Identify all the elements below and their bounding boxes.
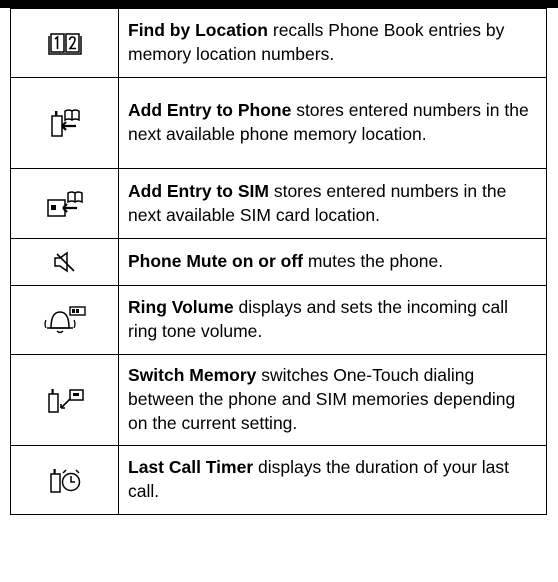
feature-name: Ring Volume bbox=[128, 297, 234, 317]
description-cell: Switch Memory switches One-Touch dialing… bbox=[118, 354, 547, 446]
add-entry-to-phone-icon bbox=[11, 108, 118, 138]
icon-cell bbox=[10, 77, 119, 169]
table-row: Ring Volume displays and sets the incomi… bbox=[10, 285, 547, 355]
icon-cell bbox=[10, 8, 119, 78]
feature-name: Add Entry to SIM bbox=[128, 180, 269, 201]
ring-volume-icon bbox=[11, 304, 118, 336]
icon-cell bbox=[10, 168, 119, 239]
description-cell: Add Entry to SIM stores entered numbers … bbox=[118, 168, 547, 239]
table-row: Add Entry to SIM stores entered numbers … bbox=[10, 168, 547, 239]
description-cell: Ring Volume displays and sets the incomi… bbox=[118, 285, 547, 355]
description-cell: Last Call Timer displays the duration of… bbox=[118, 445, 547, 515]
feature-name: Find by Location bbox=[128, 20, 268, 40]
speaker-mute-icon bbox=[11, 250, 118, 274]
add-entry-to-sim-icon bbox=[11, 190, 118, 218]
table-row: Add Entry to Phone stores entered number… bbox=[10, 77, 547, 169]
icon-cell bbox=[10, 354, 119, 446]
phone-book-location-icon bbox=[11, 31, 118, 55]
description-cell: Phone Mute on or off mutes the phone. bbox=[118, 238, 547, 286]
table-row: Last Call Timer displays the duration of… bbox=[10, 445, 547, 515]
icon-cell bbox=[10, 285, 119, 355]
table-row: Switch Memory switches One-Touch dialing… bbox=[10, 354, 547, 446]
feature-name: Phone Mute on or off bbox=[128, 251, 303, 271]
switch-memory-icon bbox=[11, 386, 118, 414]
table-row: Find by Location recalls Phone Book entr… bbox=[10, 8, 547, 78]
feature-table: Find by Location recalls Phone Book entr… bbox=[10, 8, 547, 515]
feature-name: Switch Memory bbox=[128, 365, 257, 385]
description-cell: Find by Location recalls Phone Book entr… bbox=[118, 8, 547, 78]
feature-description: mutes the phone. bbox=[302, 251, 444, 271]
feature-name: Last Call Timer bbox=[128, 457, 254, 477]
feature-name: Add Entry to Phone bbox=[128, 100, 292, 120]
top-rule bbox=[0, 0, 558, 8]
icon-cell bbox=[10, 238, 119, 286]
icon-cell bbox=[10, 445, 119, 515]
description-cell: Add Entry to Phone stores entered number… bbox=[118, 77, 547, 169]
call-timer-icon bbox=[11, 466, 118, 494]
table-row: Phone Mute on or off mutes the phone. bbox=[10, 238, 547, 286]
